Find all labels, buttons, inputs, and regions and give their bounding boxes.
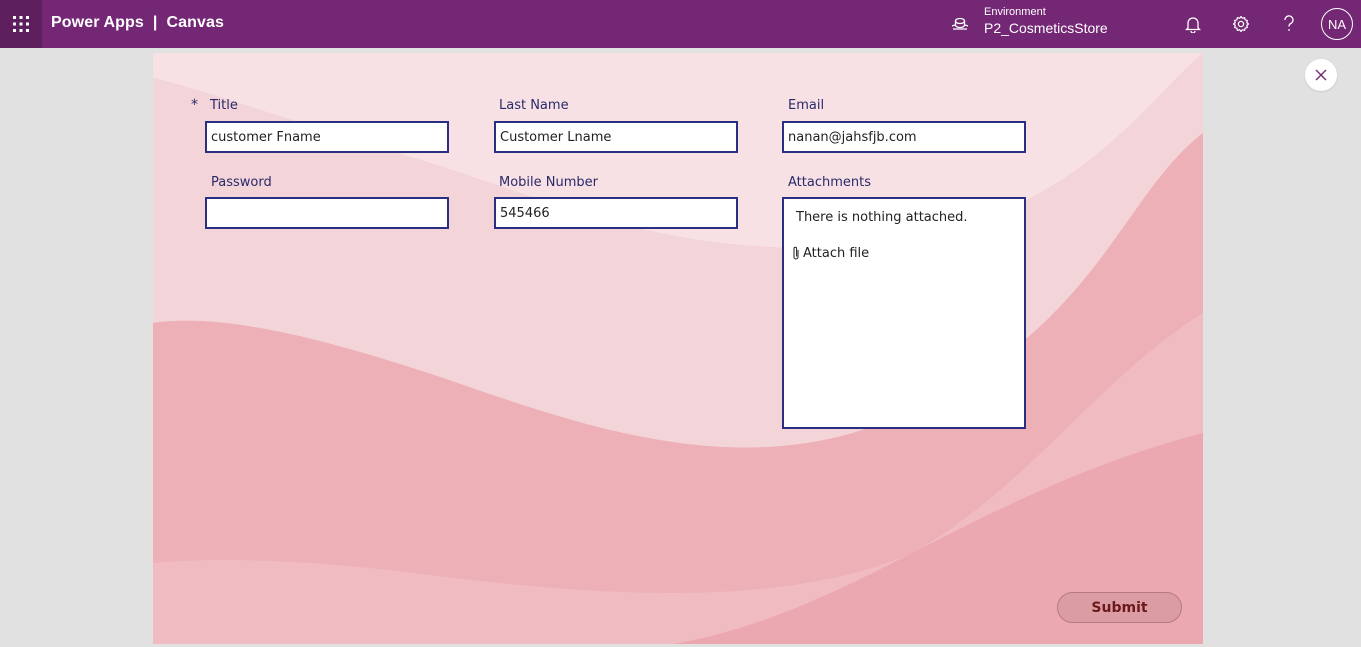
- close-button[interactable]: [1305, 59, 1337, 91]
- environment-value[interactable]: P2_CosmeticsStore: [984, 20, 1108, 36]
- top-bar: Power Apps | Canvas Environment P2_Cosmeti…: [0, 0, 1361, 48]
- email-input[interactable]: [782, 121, 1026, 153]
- mobile-number-input[interactable]: [494, 197, 738, 229]
- mobile-number-label: Mobile Number: [499, 175, 598, 190]
- attachments-box: There is nothing attached. Attach file: [782, 197, 1026, 429]
- app-canvas: * Title Last Name Email Password Mobile …: [153, 53, 1203, 644]
- title-input[interactable]: [205, 121, 449, 153]
- user-avatar[interactable]: NA: [1321, 8, 1353, 40]
- app-launcher-waffle-icon[interactable]: [0, 0, 42, 48]
- password-label: Password: [211, 175, 272, 190]
- password-input[interactable]: [205, 197, 449, 229]
- app-name: Power Apps: [51, 14, 144, 31]
- attach-file-link[interactable]: Attach file: [792, 245, 869, 261]
- last-name-label: Last Name: [499, 98, 569, 113]
- submit-button[interactable]: Submit: [1057, 592, 1182, 623]
- notifications-button[interactable]: [1181, 12, 1205, 36]
- app-section: Canvas: [166, 14, 224, 31]
- help-icon: [1284, 15, 1294, 31]
- attachments-label: Attachments: [788, 175, 871, 190]
- environment-label: Environment: [984, 6, 1046, 18]
- title-label: Title: [210, 98, 238, 113]
- email-label: Email: [788, 98, 825, 113]
- required-marker: *: [191, 97, 198, 113]
- help-button[interactable]: [1277, 12, 1301, 36]
- gear-icon: [1232, 15, 1250, 33]
- last-name-input[interactable]: [494, 121, 738, 153]
- waffle-icon: [13, 16, 29, 32]
- bell-icon: [1185, 17, 1201, 33]
- environment-icon[interactable]: [950, 15, 970, 33]
- title-separator: |: [152, 14, 158, 31]
- paperclip-icon: [793, 246, 799, 260]
- settings-button[interactable]: [1229, 12, 1253, 36]
- attachments-empty-text: There is nothing attached.: [796, 210, 968, 225]
- close-icon: [1315, 69, 1327, 81]
- app-title[interactable]: Power Apps | Canvas: [51, 14, 224, 32]
- attach-file-label: Attach file: [803, 245, 870, 261]
